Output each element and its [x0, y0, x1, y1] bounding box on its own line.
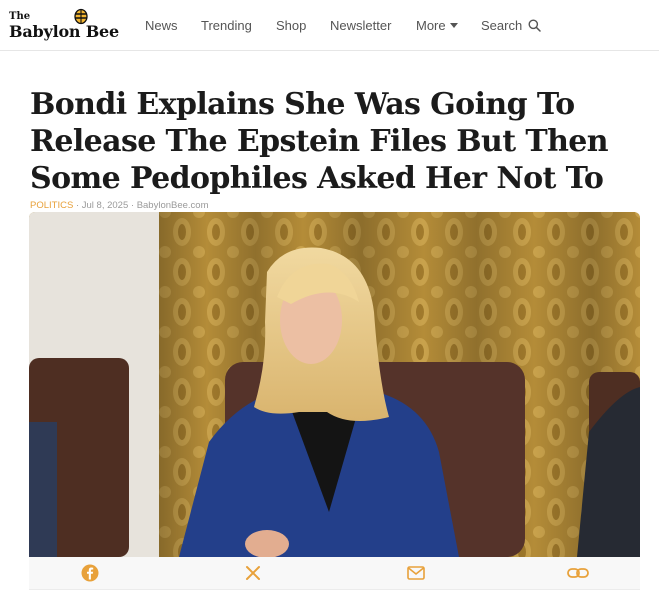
- nav-newsletter[interactable]: Newsletter: [330, 18, 391, 33]
- link-icon: [567, 568, 589, 578]
- share-bar: [29, 557, 640, 590]
- top-navigation: The Babylon Bee News Trending Shop Newsl…: [0, 0, 659, 51]
- chevron-down-icon: [449, 23, 458, 28]
- article-headline: Bondi Explains She Was Going To Release …: [30, 87, 609, 196]
- nav-search-label: Search: [481, 18, 523, 33]
- nav-shop[interactable]: Shop: [276, 18, 306, 33]
- nav-more-label: More: [416, 18, 446, 33]
- share-facebook-button[interactable]: [79, 563, 101, 583]
- facebook-icon: [81, 564, 99, 582]
- logo-big-text: Babylon Bee: [9, 22, 120, 41]
- share-link-button[interactable]: [567, 563, 589, 583]
- article-category[interactable]: POLITICS: [30, 200, 73, 211]
- article-date: Jul 8, 2025: [81, 200, 129, 211]
- hero-image: [29, 212, 640, 557]
- nav-more[interactable]: More: [416, 18, 458, 33]
- site-logo[interactable]: The Babylon Bee: [9, 6, 121, 42]
- article-meta: POLITICS · Jul 8, 2025 · BabylonBee.com: [30, 200, 209, 211]
- article-source: BabylonBee.com: [136, 200, 209, 211]
- logo-small-text: The: [9, 11, 31, 22]
- nav-news[interactable]: News: [145, 18, 178, 33]
- share-x-button[interactable]: [242, 563, 264, 583]
- share-email-button[interactable]: [405, 563, 427, 583]
- nav-search[interactable]: Search: [481, 18, 541, 33]
- x-icon: [246, 566, 260, 580]
- nav-trending[interactable]: Trending: [201, 18, 252, 33]
- search-icon: [528, 19, 541, 32]
- email-icon: [407, 566, 425, 580]
